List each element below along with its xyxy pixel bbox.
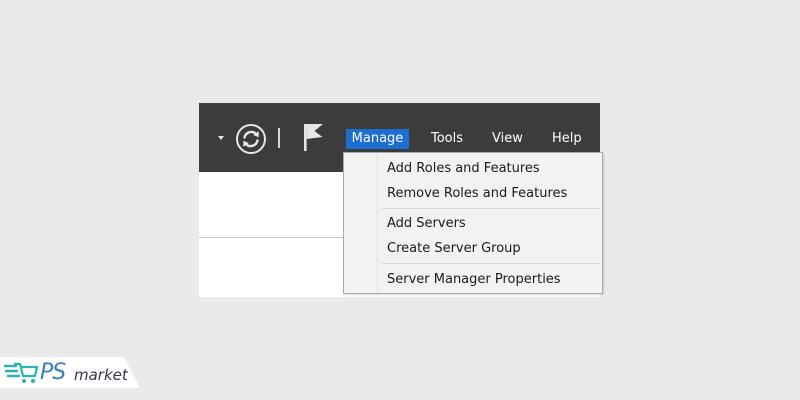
- manage-dropdown-menu: Add Roles and Features Remove Roles and …: [343, 152, 603, 294]
- menu-item-server-manager-properties[interactable]: Server Manager Properties: [387, 270, 561, 290]
- menu-item-add-servers[interactable]: Add Servers: [387, 214, 466, 234]
- menu-item-add-roles-and-features[interactable]: Add Roles and Features: [387, 159, 540, 179]
- menu-icon-gutter: [377, 153, 378, 293]
- flag-icon[interactable]: [302, 122, 326, 152]
- refresh-icon[interactable]: [235, 123, 267, 155]
- watermark-logo: PS market: [0, 357, 140, 388]
- menu-separator: [382, 208, 600, 209]
- menu-separator: [382, 263, 600, 264]
- toolbar-separator: [278, 128, 280, 148]
- menu-manage[interactable]: Manage: [346, 129, 409, 149]
- menu-tools[interactable]: Tools: [431, 129, 463, 149]
- menu-view[interactable]: View: [492, 129, 523, 149]
- menu-item-remove-roles-and-features[interactable]: Remove Roles and Features: [387, 184, 567, 204]
- watermark-brand-suffix: market: [74, 366, 128, 384]
- cart-icon: [4, 362, 38, 383]
- menu-help[interactable]: Help: [552, 129, 582, 149]
- watermark-brand-prefix: PS: [40, 360, 66, 385]
- menu-item-create-server-group[interactable]: Create Server Group: [387, 239, 521, 259]
- chevron-down-icon[interactable]: [218, 136, 224, 140]
